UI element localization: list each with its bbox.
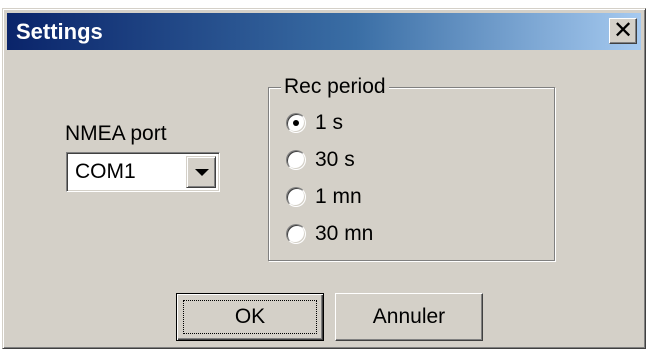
cancel-button-label: Annuler xyxy=(372,305,446,328)
rec-period-option-label: 1 s xyxy=(315,111,344,134)
rec-period-group: Rec period 1 s 30 s 1 mn 30 mn xyxy=(268,75,555,261)
title-bar[interactable]: Settings ✕ xyxy=(7,13,641,50)
close-button[interactable]: ✕ xyxy=(609,18,637,44)
dialog-title: Settings xyxy=(16,19,103,44)
dropdown-arrow-button[interactable] xyxy=(186,156,216,188)
radio-button[interactable] xyxy=(286,187,306,207)
close-icon: ✕ xyxy=(612,16,634,44)
rec-period-option-label: 30 s xyxy=(315,148,355,171)
ok-button[interactable]: OK xyxy=(176,293,324,341)
nmea-port-value: COM1 xyxy=(75,160,136,183)
nmea-port-select[interactable]: COM1 xyxy=(66,152,220,192)
radio-button[interactable] xyxy=(286,224,306,244)
nmea-port-label: NMEA port xyxy=(65,122,167,145)
rec-period-option-label: 1 mn xyxy=(315,185,362,208)
radio-button[interactable] xyxy=(286,113,306,133)
settings-dialog: Settings ✕ NMEA port COM1 Rec period 1 s… xyxy=(2,8,646,349)
radio-selected-dot xyxy=(293,120,299,126)
cancel-button[interactable]: Annuler xyxy=(335,293,483,341)
radio-button[interactable] xyxy=(286,150,306,170)
rec-period-legend: Rec period xyxy=(281,75,389,99)
rec-period-option-label: 30 mn xyxy=(315,222,374,245)
ok-button-label: OK xyxy=(234,305,266,328)
